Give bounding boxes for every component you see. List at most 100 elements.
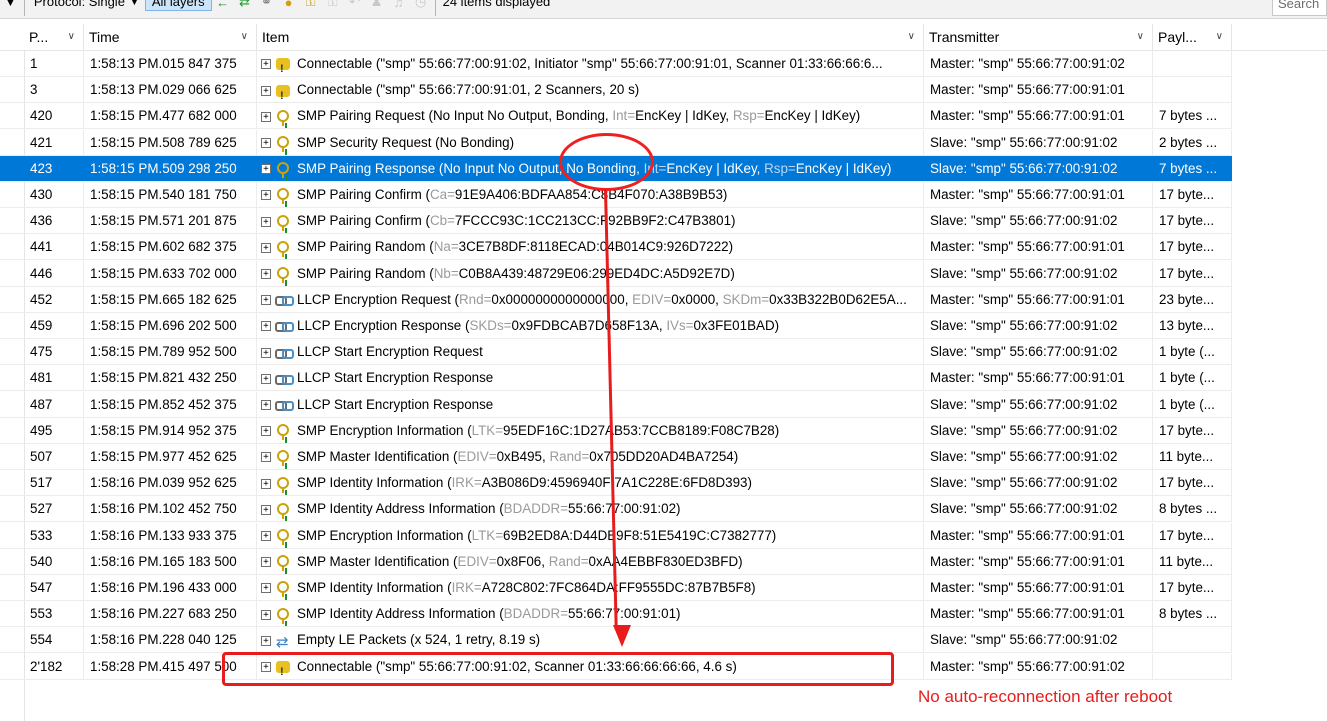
key-icon [274,160,292,179]
table-row[interactable]: 459 1:58:15 PM.696 202 500 + LLCP Encryptio… [0,313,1232,339]
item-description: + LLCP Start Encryption Request [257,339,924,365]
item-text: SMP Pairing Request (No Input No Output,… [297,108,613,124]
expand-icon[interactable]: + [261,111,271,122]
link-icon[interactable]: ⚭ [256,0,278,11]
table-row[interactable]: 436 1:58:15 PM.571 201 875 + SMP Pairing Co… [0,208,1232,235]
packet-number: 423 [24,155,84,181]
item-text: LLCP Start Encryption Response [297,396,494,412]
item-text: EncKey | IdKey, [635,108,733,124]
swap-arrows-icon[interactable]: ⇄ [234,0,256,11]
payload: 17 byte... [1153,470,1232,496]
link-icon [274,344,294,362]
field-label: Nb= [433,265,459,281]
table-row[interactable]: 495 1:58:15 PM.914 952 375 + SMP Encryption… [0,417,1232,444]
table-row[interactable]: 420 1:58:15 PM.477 682 000 + SMP Pairing Re… [0,103,1232,130]
protocol-dropdown[interactable]: Protocol: Single ▼ [28,0,145,11]
item-text: 0xB495, [496,449,550,464]
column-header-payload[interactable]: Payl... ∨ [1153,24,1232,50]
item-text: 7FCCC93C:1CC213CC:F92BB9F2:C47B3801) [454,213,736,229]
disabled-key-icon[interactable]: ⚿ [322,0,344,11]
table-row[interactable]: 11:58:13 PM.015 847 375 + Connectable ("sm… [0,51,1232,77]
timestamp: 1:58:15 PM.977 452 625 [84,444,257,469]
item-description: + SMP Identity Address Information (BDADD… [257,601,924,627]
expand-icon[interactable]: + [261,635,271,646]
table-row[interactable]: 446 1:58:15 PM.633 702 000 + SMP Pairing Ra… [0,260,1232,287]
packet-number: 540 [24,548,84,574]
expand-icon[interactable]: + [261,138,271,149]
column-header-time[interactable]: Time ∨ [84,24,257,50]
expand-icon[interactable]: + [261,269,271,280]
expand-icon[interactable]: + [261,164,271,175]
payload: 17 byte... [1153,234,1232,260]
table-row[interactable]: 31:58:13 PM.029 066 625 + Connectable ("sm… [0,77,1232,104]
transmitter: Slave: "smp" 55:66:77:00:91:02 [924,129,1153,155]
transmitter: Master: "smp" 55:66:77:00:91:01 [924,601,1153,627]
transmitter: Slave: "smp" 55:66:77:00:91:02 [924,444,1153,469]
expand-icon[interactable]: + [261,85,271,96]
item-description: + SMP Pairing Confirm (Cb=7FCCC93C:1CC213… [257,208,924,234]
chevron-down-icon: ∨ [1215,31,1223,42]
expand-icon[interactable]: + [261,373,271,384]
table-row[interactable]: 527 1:58:16 PM.102 452 750 + SMP Identity A… [0,496,1232,523]
item-text: SMP Pairing Confirm ( [297,213,430,229]
field-label: Cb= [429,213,455,229]
filter-dropdown-button[interactable]: ▼ [0,0,21,11]
item-text: 0xAA4EBBF830ED3BFD) [588,553,743,569]
item-text: Connectable ("smp" 55:66:77:00:91:02, In… [297,56,883,71]
timestamp: 1:58:13 PM.015 847 375 [84,51,257,76]
disabled-people-icon[interactable]: ♟ [366,0,388,11]
table-row[interactable]: 475 1:58:15 PM.789 952 500 + LLCP Start Enc… [0,339,1232,366]
item-text: EncKey | IdKey) [795,160,892,176]
timestamp: 1:58:16 PM.196 433 000 [84,575,257,600]
table-row[interactable]: 517 1:58:16 PM.039 952 625 + SMP Identity I… [0,470,1232,497]
expand-icon[interactable]: + [261,557,271,568]
table-row[interactable]: 481 1:58:15 PM.821 432 250 + LLCP Start Enc… [0,365,1232,392]
packet-number: 507 [24,444,84,469]
expand-icon[interactable]: + [261,347,271,358]
expand-icon[interactable]: + [261,321,271,332]
packet-number: 459 [24,313,84,338]
disabled-clock-icon[interactable]: ◷ [410,0,432,11]
transmitter: Slave: "smp" 55:66:77:00:91:02 [924,313,1153,338]
timestamp: 1:58:13 PM.029 066 625 [84,77,257,103]
link-icon [274,317,294,335]
item-text: LLCP Encryption Response ( [297,318,470,333]
payload: 17 byte... [1153,417,1232,443]
timestamp: 1:58:15 PM.665 182 625 [84,286,257,312]
item-text: 55:66:77:00:91:02) [568,501,681,517]
expand-icon[interactable]: + [261,583,271,594]
disabled-music-icon[interactable]: ♫ [388,0,410,11]
expand-icon[interactable]: + [261,504,271,515]
back-arrow-icon[interactable]: ← [212,0,234,11]
layers-dropdown[interactable]: All layers [144,0,212,11]
search-input[interactable]: Search [1272,0,1327,16]
field-label: Na= [433,239,459,255]
table-row[interactable]: 452 1:58:15 PM.665 182 625 + LLCP Encryptio… [0,286,1232,313]
expand-icon[interactable]: + [261,531,271,542]
transmitter: Master: "smp" 55:66:77:00:91:01 [924,522,1153,548]
column-header-transmitter[interactable]: Transmitter ∨ [924,24,1153,50]
item-text: LLCP Start Encryption Request [297,344,483,360]
expand-icon[interactable]: + [261,452,271,463]
packet-number: 1 [24,51,84,76]
table-row[interactable]: 487 1:58:15 PM.852 452 375 + LLCP Start Enc… [0,391,1232,418]
table-row[interactable]: 507 1:58:15 PM.977 452 625 + SMP Master Ide… [0,444,1232,470]
expand-icon[interactable]: + [261,242,271,253]
disabled-undo-icon[interactable]: ↶ [344,0,366,11]
table-row[interactable]: 533 1:58:16 PM.133 933 375 + SMP Encryption… [0,522,1232,549]
alert-icon[interactable]: ● [278,0,300,11]
column-header-item[interactable]: Item ∨ [257,24,924,50]
table-row[interactable]: 441 1:58:15 PM.602 682 375 + SMP Pairing Ra… [0,234,1232,261]
expand-icon[interactable]: + [261,190,271,201]
expand-icon[interactable]: + [261,478,271,489]
key-icon[interactable]: ⚿ [300,0,322,11]
expand-icon[interactable]: + [261,400,271,411]
expand-icon[interactable]: + [261,295,271,306]
column-header-packet[interactable]: P... ∨ [24,24,84,50]
expand-icon[interactable]: + [261,216,271,227]
expand-icon[interactable]: + [261,426,271,437]
expand-icon[interactable]: + [261,59,271,70]
packet-number: 436 [24,208,84,234]
expand-icon[interactable]: + [261,609,271,620]
payload: 17 byte... [1153,260,1232,286]
